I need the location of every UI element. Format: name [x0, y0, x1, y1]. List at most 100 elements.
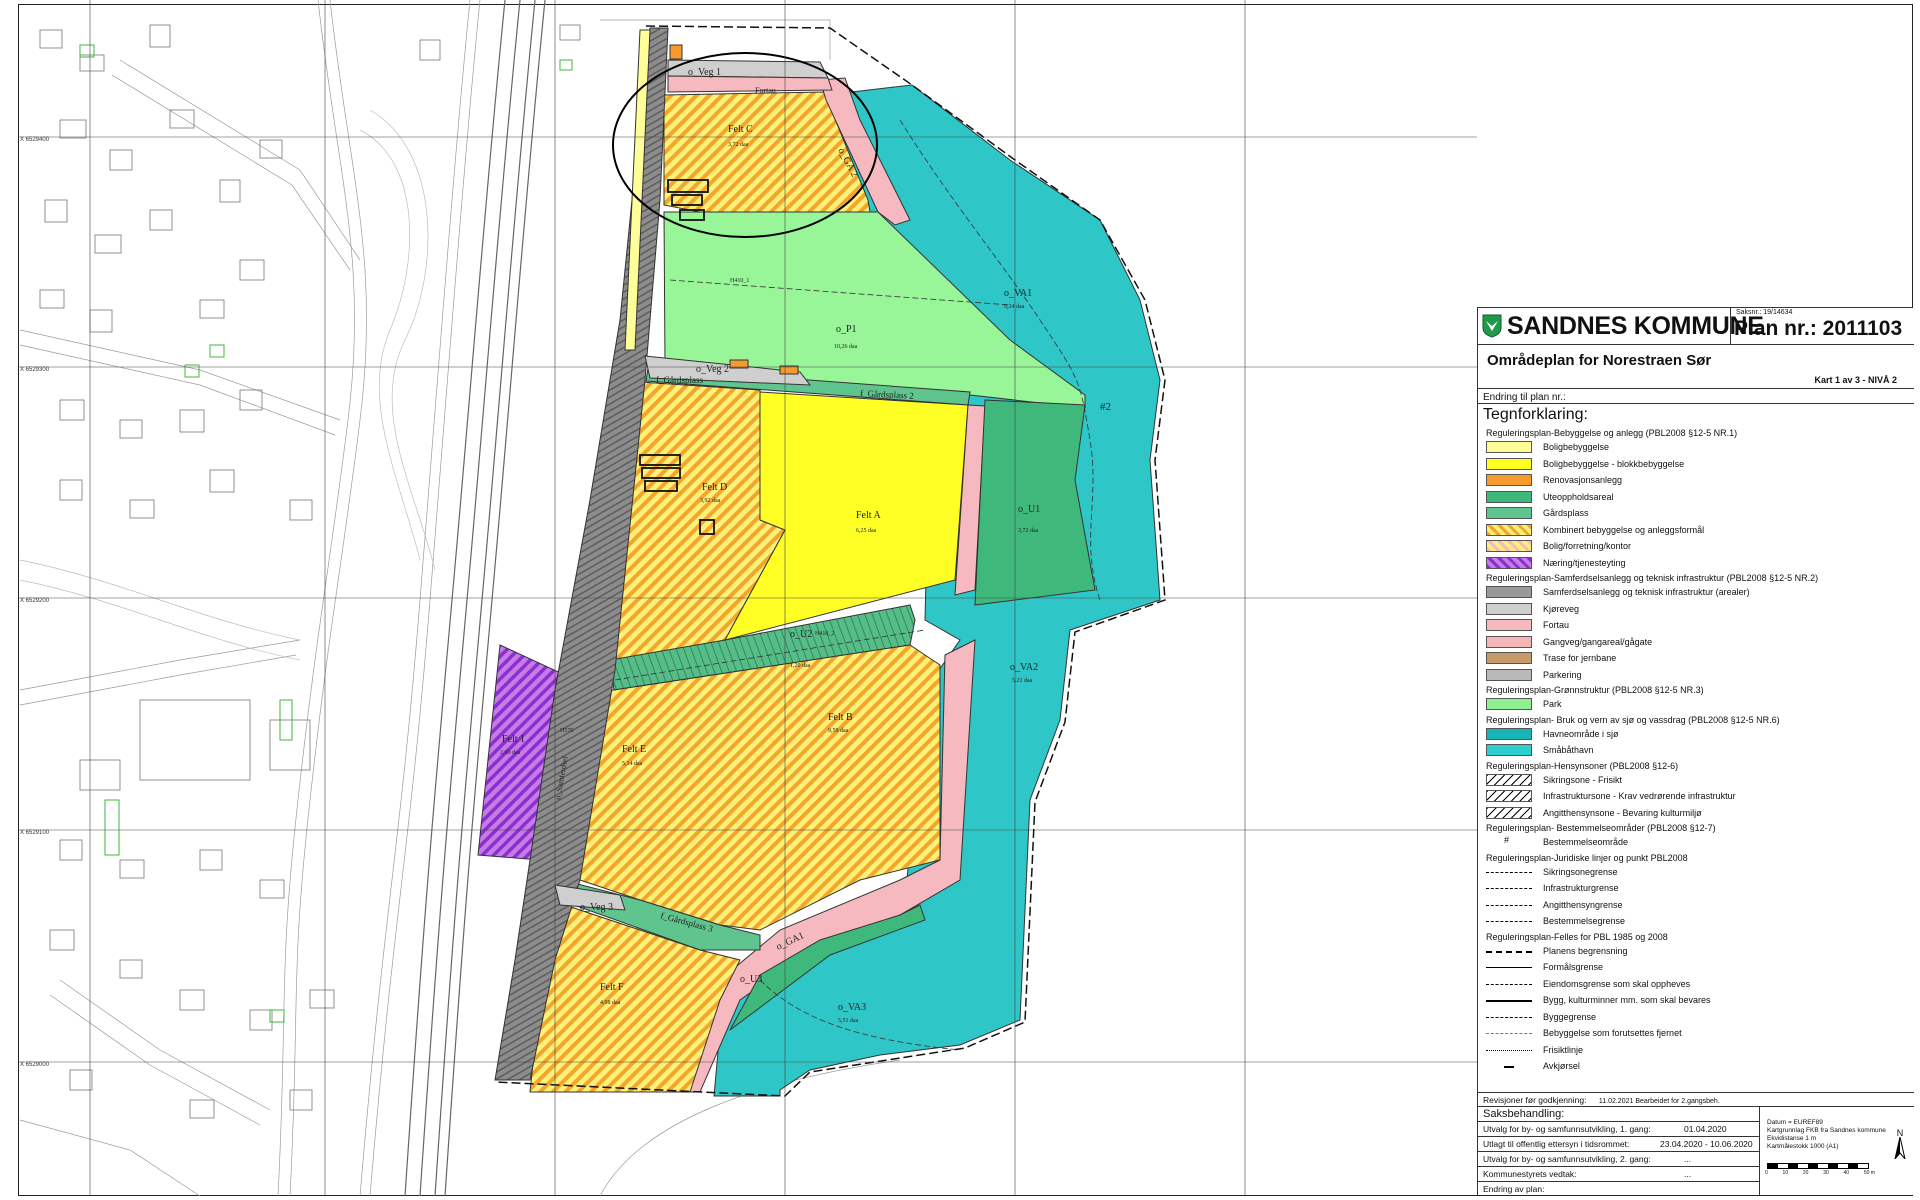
legend-item: Kombinert bebyggelse og anleggsformål: [1486, 522, 1906, 539]
legend-item-label: Næring/tjenesteyting: [1543, 557, 1626, 568]
label-veg2: o_Veg 2: [696, 364, 729, 375]
legend-item-label: Planens begrensning: [1543, 945, 1628, 956]
legend-line-symbol: [1486, 1033, 1532, 1034]
legend-item-label: Bygg, kulturminner mm. som skal bevares: [1543, 995, 1711, 1005]
legend-section-title: Reguleringsplan-Grønnstruktur (PBL2008 §…: [1486, 685, 1704, 695]
area-felt-c: 3,72 daa: [728, 142, 749, 148]
label-bestemmelse: #2: [1100, 401, 1111, 413]
legend-swatch: [1486, 507, 1532, 519]
area-o-va3: 5,51 daa: [838, 1018, 859, 1024]
case-processing-title: Saksbehandling:: [1478, 1107, 1759, 1122]
datum-block: Datum = EUREF89 Kartgrunnlag FKB fra San…: [1760, 1106, 1914, 1196]
legend-item-label: Parkering: [1543, 669, 1582, 680]
label-o-va1: o_VA1: [1004, 288, 1032, 299]
label-o-u1: o_U1: [1018, 504, 1040, 515]
legend-item-label: Byggegrense: [1543, 1011, 1597, 1022]
fortau-strip: [667, 75, 833, 93]
label-veg3: o_Veg 3: [580, 902, 613, 913]
case-row: Utlagt til offentlig ettersyn i tidsromm…: [1478, 1137, 1759, 1152]
legend-section-title: Reguleringsplan-Juridiske linjer og punk…: [1486, 852, 1688, 863]
legend-item: Uteoppholdsareal: [1486, 489, 1906, 506]
legend-line-symbol: [1486, 967, 1532, 968]
case-row: Endring av plan:: [1483, 1184, 1545, 1194]
legend-item-label: Infrastrukturgrense: [1543, 883, 1619, 893]
legend-panel: SANDNES KOMMUNE Saksnr.: 19/14634 Plan n…: [1477, 307, 1914, 1196]
plan-sheet: X 6529400 X 6529300 X 6529200 X 6529100 …: [0, 0, 1920, 1200]
legend-item: Gårdsplass: [1486, 505, 1906, 522]
legend-item-label: Formålsgrense: [1543, 962, 1604, 972]
legend-swatch: [1486, 490, 1532, 503]
legend-item: Sikringsone - Frisikt: [1486, 772, 1906, 789]
legend-section-title: Reguleringsplan-Felles for PBL 1985 og 2…: [1486, 931, 1668, 942]
legend-item-label: Boligbebyggelse - blokkbebyggelse: [1543, 458, 1685, 469]
legend-item: Bolig/forretning/kontor: [1486, 538, 1906, 555]
map-sheet-label: Kart 1 av 3 - NIVÅ 2: [1814, 375, 1897, 385]
label-felt-b: Felt B: [828, 712, 853, 723]
sandnes-shield-icon: [1482, 314, 1502, 338]
datum-line: Kartgrunnlag FKB fra Sandnes kommune: [1767, 1127, 1886, 1134]
legend-section-title: Reguleringsplan-Hensynsoner (PBL2008 §12…: [1486, 760, 1679, 771]
legend-swatch: [1486, 441, 1532, 453]
legend-item: Infrastrukturgrense: [1486, 880, 1906, 897]
label-felt-a: Felt A: [856, 510, 882, 521]
label-o-u3: o_U3: [740, 974, 762, 985]
coord-label-1: X 6529400: [20, 137, 50, 143]
legend-item-label: Gangveg/gangareal/gågate: [1543, 636, 1653, 647]
legend-item-label: Uteoppholdsareal: [1543, 491, 1614, 502]
legend-item: Angitthensyngrense: [1486, 897, 1906, 914]
plan-title: Områdeplan for Norestraen Sør: [1487, 352, 1712, 369]
plan-number: Plan nr.: 2011103: [1734, 317, 1903, 340]
legend-line-symbol: [1486, 904, 1532, 906]
legend-item: Havneområde i sjø: [1486, 726, 1906, 743]
area-felt-1: 2,60 daa: [500, 750, 521, 756]
coord-label-5: X 6529000: [20, 1062, 50, 1068]
legend-item: # Bestemmelseområde: [1486, 834, 1906, 851]
legend-item: Parkering: [1486, 667, 1906, 684]
north-arrow-icon: N: [1894, 1129, 1906, 1160]
area-o-u2: 1,20 daa: [790, 663, 811, 669]
legend-heading: Tegnforklaring:: [1478, 403, 1914, 424]
legend-item: Park: [1486, 696, 1906, 713]
label-fortau: Fortau: [755, 86, 776, 95]
legend-line-symbol: [1486, 1016, 1532, 1018]
legend-swatch: [1486, 556, 1532, 569]
legend-item-label: Havneområde i sjø: [1543, 728, 1619, 739]
legend-item-label: Boligbebyggelse: [1543, 442, 1610, 452]
legend-item: Infrastruktursone - Krav vedrørende infr…: [1486, 788, 1906, 805]
legend-swatch: [1486, 540, 1532, 552]
amendment-label: Endring til plan nr.:: [1478, 388, 1914, 403]
legend-item: Trase for jernbane: [1486, 650, 1906, 667]
legend-line-symbol: [1486, 1049, 1532, 1051]
area-felt-e: 5,14 daa: [622, 761, 643, 767]
legend-swatch: [1486, 806, 1532, 819]
case-row: Kommunestyrets vedtak:...: [1478, 1167, 1759, 1182]
datum-line: Kartmålestokk 1000 (A1): [1767, 1143, 1839, 1150]
area-felt-a: 6,25 daa: [856, 528, 877, 534]
legend-line-symbol: [1486, 888, 1532, 889]
scale-labels: 0 10 20 30 40 50 m: [1765, 1170, 1875, 1176]
legend-line-symbol: [1486, 871, 1532, 873]
legend-item-label: Bolig/forretning/kontor: [1543, 541, 1632, 551]
legend-swatch: [1486, 457, 1532, 470]
legend-swatch: [1486, 523, 1532, 536]
legend-item: Frisiktlinje: [1486, 1042, 1906, 1059]
case-row: Utvalg for by- og samfunnsutvikling, 1. …: [1478, 1122, 1759, 1137]
case-processing-table: Saksbehandling: Utvalg for by- og samfun…: [1478, 1106, 1760, 1196]
label-o-u2: o_U2: [790, 629, 812, 640]
label-o-p1: o_P1: [836, 324, 857, 335]
coord-label-3: X 6529200: [20, 598, 50, 604]
legend-item: Gangveg/gangareal/gågate: [1486, 634, 1906, 651]
legend-item-label: Sikringsone - Frisikt: [1543, 774, 1623, 785]
legend-line-symbol: [1486, 950, 1532, 953]
legend-item: Småbåthavn: [1486, 742, 1906, 759]
legend-item: Samferdselsanlegg og teknisk infrastrukt…: [1486, 584, 1906, 601]
label-felt-1: Felt 1: [502, 734, 525, 745]
legend-item: Angitthensynsone - Bevaring kulturmiljø: [1486, 805, 1906, 822]
municipality-logo-box: SANDNES KOMMUNE: [1478, 308, 1764, 344]
legend-item-label: Infrastruktursone - Krav vedrørende infr…: [1543, 791, 1736, 801]
renovasjon-3: [669, 44, 683, 60]
legend-swatch: [1486, 652, 1532, 664]
case-number: Saksnr.: 19/14634: [1736, 309, 1793, 316]
revisions-value: 11.02.2021 Bearbeidet for 2.gangsbeh.: [1598, 1098, 1720, 1105]
area-o-va2: 5,21 daa: [1012, 678, 1033, 684]
